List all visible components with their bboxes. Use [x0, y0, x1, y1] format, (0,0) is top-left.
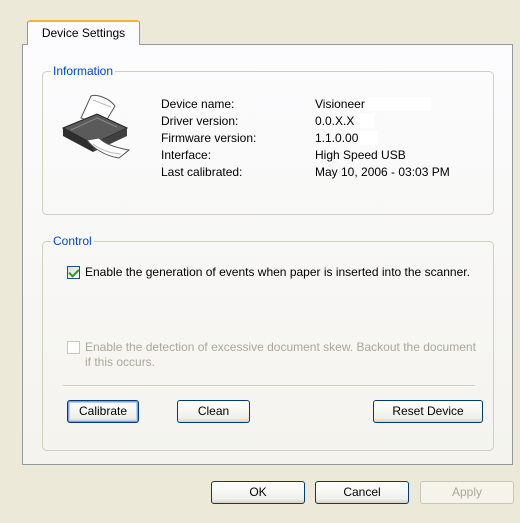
control-group: Control Enable the generation of events … [42, 234, 494, 451]
cancel-button[interactable]: Cancel [315, 481, 409, 504]
device-name-value: Visioneer [315, 97, 431, 111]
firmware-version-label: Firmware version: [161, 131, 257, 145]
firmware-version-value: 1.1.0.00 [315, 131, 379, 145]
skew-checkbox-label[interactable]: Enable the detection of excessive docume… [85, 340, 485, 370]
control-separator [63, 385, 475, 387]
clean-button[interactable]: Clean [177, 400, 250, 423]
control-group-title: Control [51, 234, 94, 248]
reset-device-button[interactable]: Reset Device [373, 400, 483, 423]
device-name-label: Device name: [161, 97, 235, 111]
ok-button[interactable]: OK [211, 481, 305, 504]
scanner-icon [61, 95, 131, 159]
events-checkbox-label[interactable]: Enable the generation of events when pap… [85, 265, 485, 280]
last-calibrated-label: Last calibrated: [161, 165, 243, 179]
information-group: Information Device name: Visioneer Drive… [42, 64, 494, 215]
apply-button[interactable]: Apply [420, 481, 514, 504]
tab-label: Device Settings [41, 26, 126, 40]
tab-device-settings[interactable]: Device Settings [27, 20, 140, 45]
device-settings-dialog: Device Settings Information Device name:… [0, 0, 520, 523]
driver-version-label: Driver version: [161, 114, 239, 128]
skew-checkbox[interactable] [67, 341, 80, 354]
driver-version-value: 0.0.X.X [315, 114, 375, 128]
last-calibrated-value: May 10, 2006 - 03:03 PM [315, 165, 450, 179]
calibrate-button[interactable]: Calibrate [67, 400, 139, 423]
tab-panel: Information Device name: Visioneer Drive… [22, 44, 513, 465]
events-checkbox[interactable] [67, 266, 80, 279]
interface-label: Interface: [161, 148, 212, 162]
information-group-title: Information [51, 64, 116, 78]
interface-value: High Speed USB [315, 148, 406, 162]
